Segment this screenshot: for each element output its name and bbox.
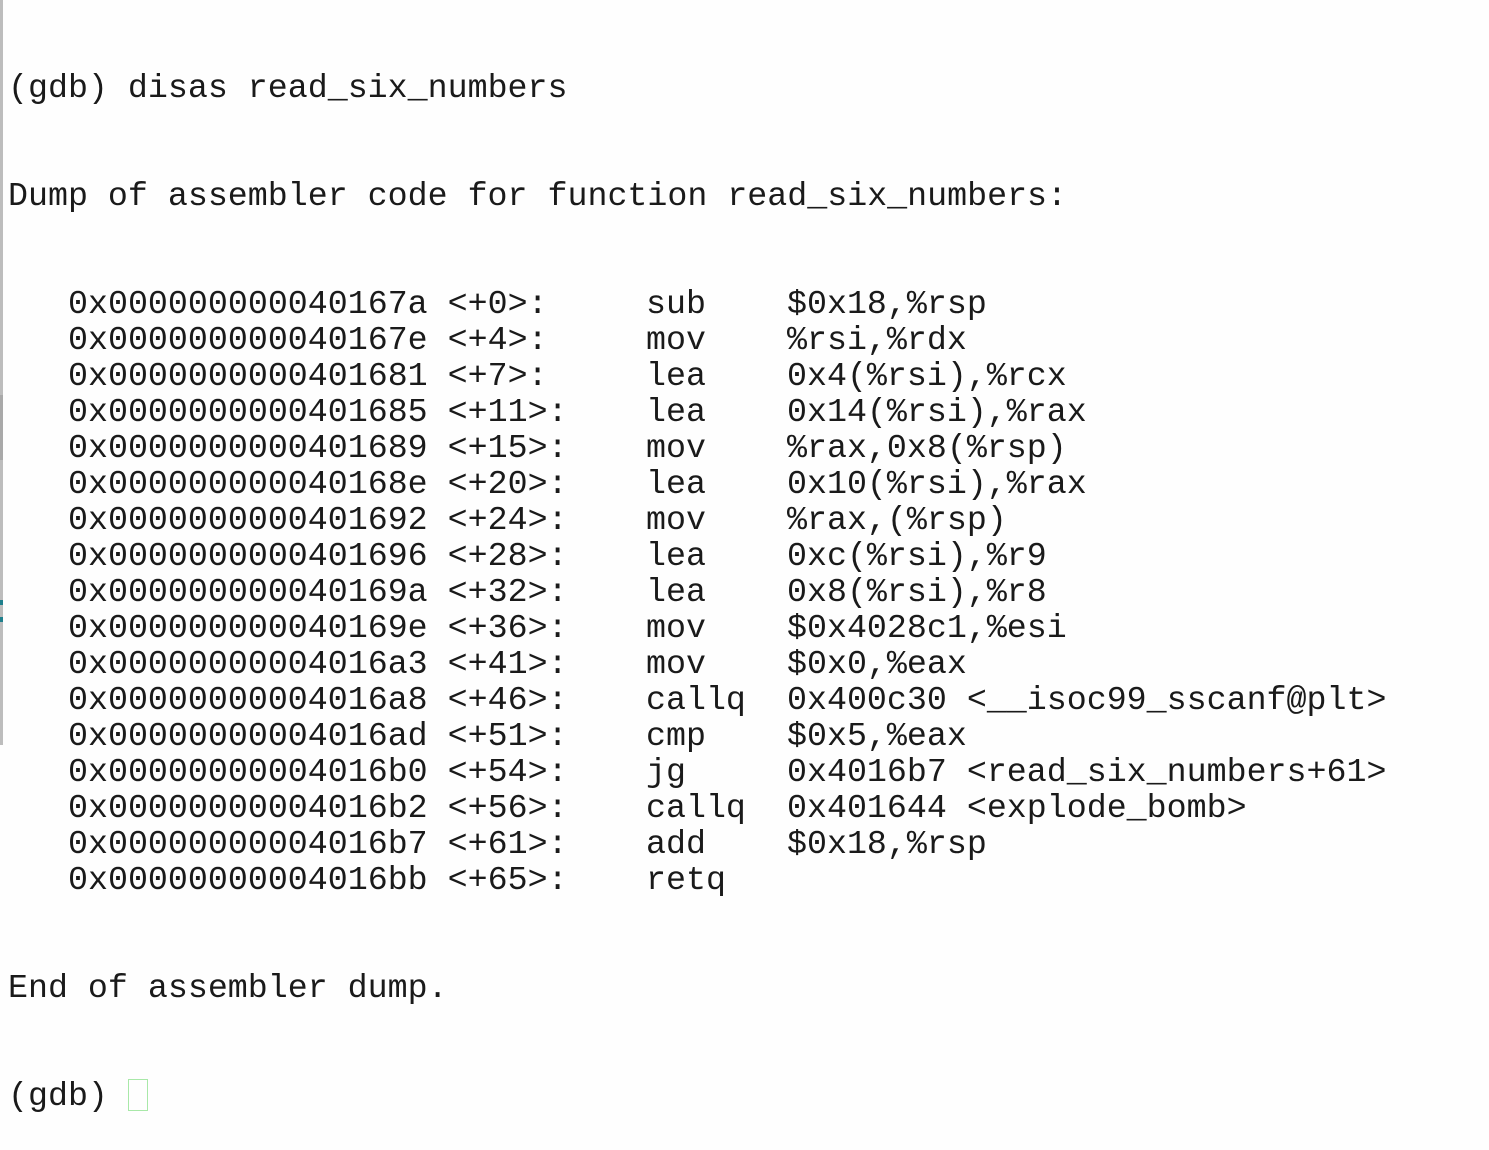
instruction-operands: 0x4016b7 <read_six_numbers+61> xyxy=(787,753,1387,791)
instruction-offset: <+51>: xyxy=(447,717,568,755)
instruction-address: 0x0000000000401696 xyxy=(68,537,428,575)
instruction-address: 0x000000000040169a xyxy=(68,573,428,611)
instruction-operands: 0x401644 <explode_bomb> xyxy=(787,789,1247,827)
instruction-operands: $0x18,%rsp xyxy=(787,285,987,323)
instruction-opcode: lea xyxy=(646,393,706,431)
instruction-row: 0x00000000004016ad <+51>: cmp $0x5,%eax xyxy=(8,718,1067,754)
gdb-terminal[interactable]: (gdb) disas read_six_numbers Dump of ass… xyxy=(8,0,1386,1150)
instruction-row: 0x00000000004016a3 <+41>: mov $0x0,%eax xyxy=(8,646,1067,682)
instruction-row: 0x0000000000401696 <+28>: lea 0xc(%rsi),%r… xyxy=(8,538,1067,574)
instruction-offset: <+41>: xyxy=(447,645,568,683)
background-window-fragment xyxy=(0,600,3,605)
dump-header: Dump of assembler code for function read… xyxy=(8,177,1068,215)
instruction-row: 0x00000000004016b2 <+56>: callq 0x401644 <… xyxy=(8,789,1247,827)
window-left-border xyxy=(0,0,3,745)
instruction-operands: $0x0,%eax xyxy=(787,645,967,683)
instruction-opcode: cmp xyxy=(646,717,706,755)
instruction-operands: $0x4028c1,%esi xyxy=(787,609,1067,647)
instruction-address: 0x000000000040168e xyxy=(68,465,428,503)
final-prompt: (gdb) xyxy=(8,1077,108,1115)
instruction-address: 0x00000000004016b7 xyxy=(68,825,428,863)
instruction-opcode: mov xyxy=(646,645,706,683)
instruction-operands: 0x4(%rsi),%rcx xyxy=(787,357,1067,395)
instruction-address: 0x00000000004016a8 xyxy=(68,681,428,719)
instruction-operands: %rax,(%rsp) xyxy=(787,501,1007,539)
instruction-address: 0x00000000004016ad xyxy=(68,717,428,755)
instruction-list: 0x000000000040167a <+0>: sub $0x18,%rsp 0x0… xyxy=(8,286,1386,898)
instruction-row: 0x0000000000401685 <+11>: lea 0x14(%rsi),%… xyxy=(8,393,1087,431)
instruction-address: 0x000000000040169e xyxy=(68,609,428,647)
instruction-row: 0x00000000004016b7 <+61>: add $0x18,%rsp xyxy=(8,826,1067,862)
instruction-row: 0x000000000040167e <+4>: mov %rsi,%rdx xyxy=(8,322,1067,358)
instruction-operands: %rax,0x8(%rsp) xyxy=(787,429,1067,467)
instruction-offset: <+32>: xyxy=(447,573,568,611)
instruction-address: 0x0000000000401692 xyxy=(68,501,428,539)
instruction-row: 0x00000000004016bb <+65>: retq xyxy=(8,862,1067,898)
instruction-offset: <+61>: xyxy=(447,825,568,863)
instruction-row: 0x000000000040169a <+32>: lea 0x8(%rsi),%r… xyxy=(8,574,1067,610)
instruction-operands: 0x14(%rsi),%rax xyxy=(787,393,1087,431)
instruction-offset: <+54>: xyxy=(447,753,568,791)
instruction-opcode: callq xyxy=(646,789,746,827)
instruction-offset: <+28>: xyxy=(447,537,568,575)
instruction-offset: <+46>: xyxy=(447,681,568,719)
instruction-operands: 0x400c30 <__isoc99_sscanf@plt> xyxy=(787,681,1387,719)
instruction-opcode: mov xyxy=(646,609,706,647)
input-line[interactable]: (gdb) xyxy=(8,1078,1067,1114)
instruction-address: 0x00000000004016b0 xyxy=(68,753,428,791)
instruction-opcode: lea xyxy=(646,537,706,575)
instruction-opcode: retq xyxy=(646,861,726,899)
instruction-offset: <+56>: xyxy=(447,789,568,827)
instruction-offset: <+7>: xyxy=(447,357,548,395)
background-window-fragment xyxy=(0,617,3,622)
instruction-address: 0x0000000000401685 xyxy=(68,393,428,431)
instruction-row: 0x000000000040168e <+20>: lea 0x10(%rsi),%… xyxy=(8,465,1087,503)
border-segment xyxy=(0,395,3,460)
instruction-operands: $0x5,%eax xyxy=(787,717,967,755)
instruction-opcode: mov xyxy=(646,321,706,359)
instruction-offset: <+0>: xyxy=(447,285,548,323)
instruction-operands: %rsi,%rdx xyxy=(787,321,967,359)
instruction-row: 0x000000000040167a <+0>: sub $0x18,%rsp xyxy=(8,286,1067,322)
instruction-row: 0x00000000004016a8 <+46>: callq 0x400c30 <… xyxy=(8,681,1386,719)
instruction-operands: 0xc(%rsi),%r9 xyxy=(787,537,1047,575)
instruction-opcode: callq xyxy=(646,681,746,719)
instruction-operands: 0x10(%rsi),%rax xyxy=(787,465,1087,503)
command-line: (gdb) disas read_six_numbers xyxy=(8,70,1067,106)
instruction-offset: <+15>: xyxy=(447,429,568,467)
instruction-row: 0x0000000000401681 <+7>: lea 0x4(%rsi),%rc… xyxy=(8,358,1067,394)
instruction-operands: 0x8(%rsi),%r8 xyxy=(787,573,1047,611)
instruction-address: 0x00000000004016a3 xyxy=(68,645,428,683)
command-text: disas read_six_numbers xyxy=(127,69,568,107)
instruction-address: 0x00000000004016bb xyxy=(68,861,428,899)
instruction-address: 0x00000000004016b2 xyxy=(68,789,428,827)
instruction-address: 0x000000000040167a xyxy=(68,285,428,323)
prompt: (gdb) xyxy=(8,69,108,107)
instruction-opcode: lea xyxy=(646,357,706,395)
instruction-row: 0x0000000000401689 <+15>: mov %rax,0x8(%rs… xyxy=(8,430,1067,466)
instruction-opcode: sub xyxy=(646,285,706,323)
instruction-address: 0x0000000000401681 xyxy=(68,357,428,395)
instruction-opcode: lea xyxy=(646,465,706,503)
instruction-offset: <+4>: xyxy=(447,321,548,359)
instruction-address: 0x0000000000401689 xyxy=(68,429,428,467)
instruction-offset: <+36>: xyxy=(447,609,568,647)
instruction-address: 0x000000000040167e xyxy=(68,321,428,359)
instruction-opcode: jg xyxy=(646,753,686,791)
instruction-opcode: mov xyxy=(646,429,706,467)
text-cursor[interactable] xyxy=(127,1079,148,1111)
instruction-row: 0x00000000004016b0 <+54>: jg 0x4016b7 <rea… xyxy=(8,753,1386,791)
instruction-offset: <+20>: xyxy=(447,465,568,503)
instruction-row: 0x0000000000401692 <+24>: mov %rax,(%rsp) xyxy=(8,502,1067,538)
instruction-operands: $0x18,%rsp xyxy=(787,825,987,863)
instruction-opcode: add xyxy=(646,825,706,863)
instruction-row: 0x000000000040169e <+36>: mov $0x4028c1,%e… xyxy=(8,610,1067,646)
instruction-offset: <+11>: xyxy=(447,393,568,431)
dump-footer: End of assembler dump. xyxy=(8,969,448,1007)
instruction-offset: <+24>: xyxy=(447,501,568,539)
instruction-opcode: mov xyxy=(646,501,706,539)
instruction-opcode: lea xyxy=(646,573,706,611)
instruction-offset: <+65>: xyxy=(447,861,568,899)
